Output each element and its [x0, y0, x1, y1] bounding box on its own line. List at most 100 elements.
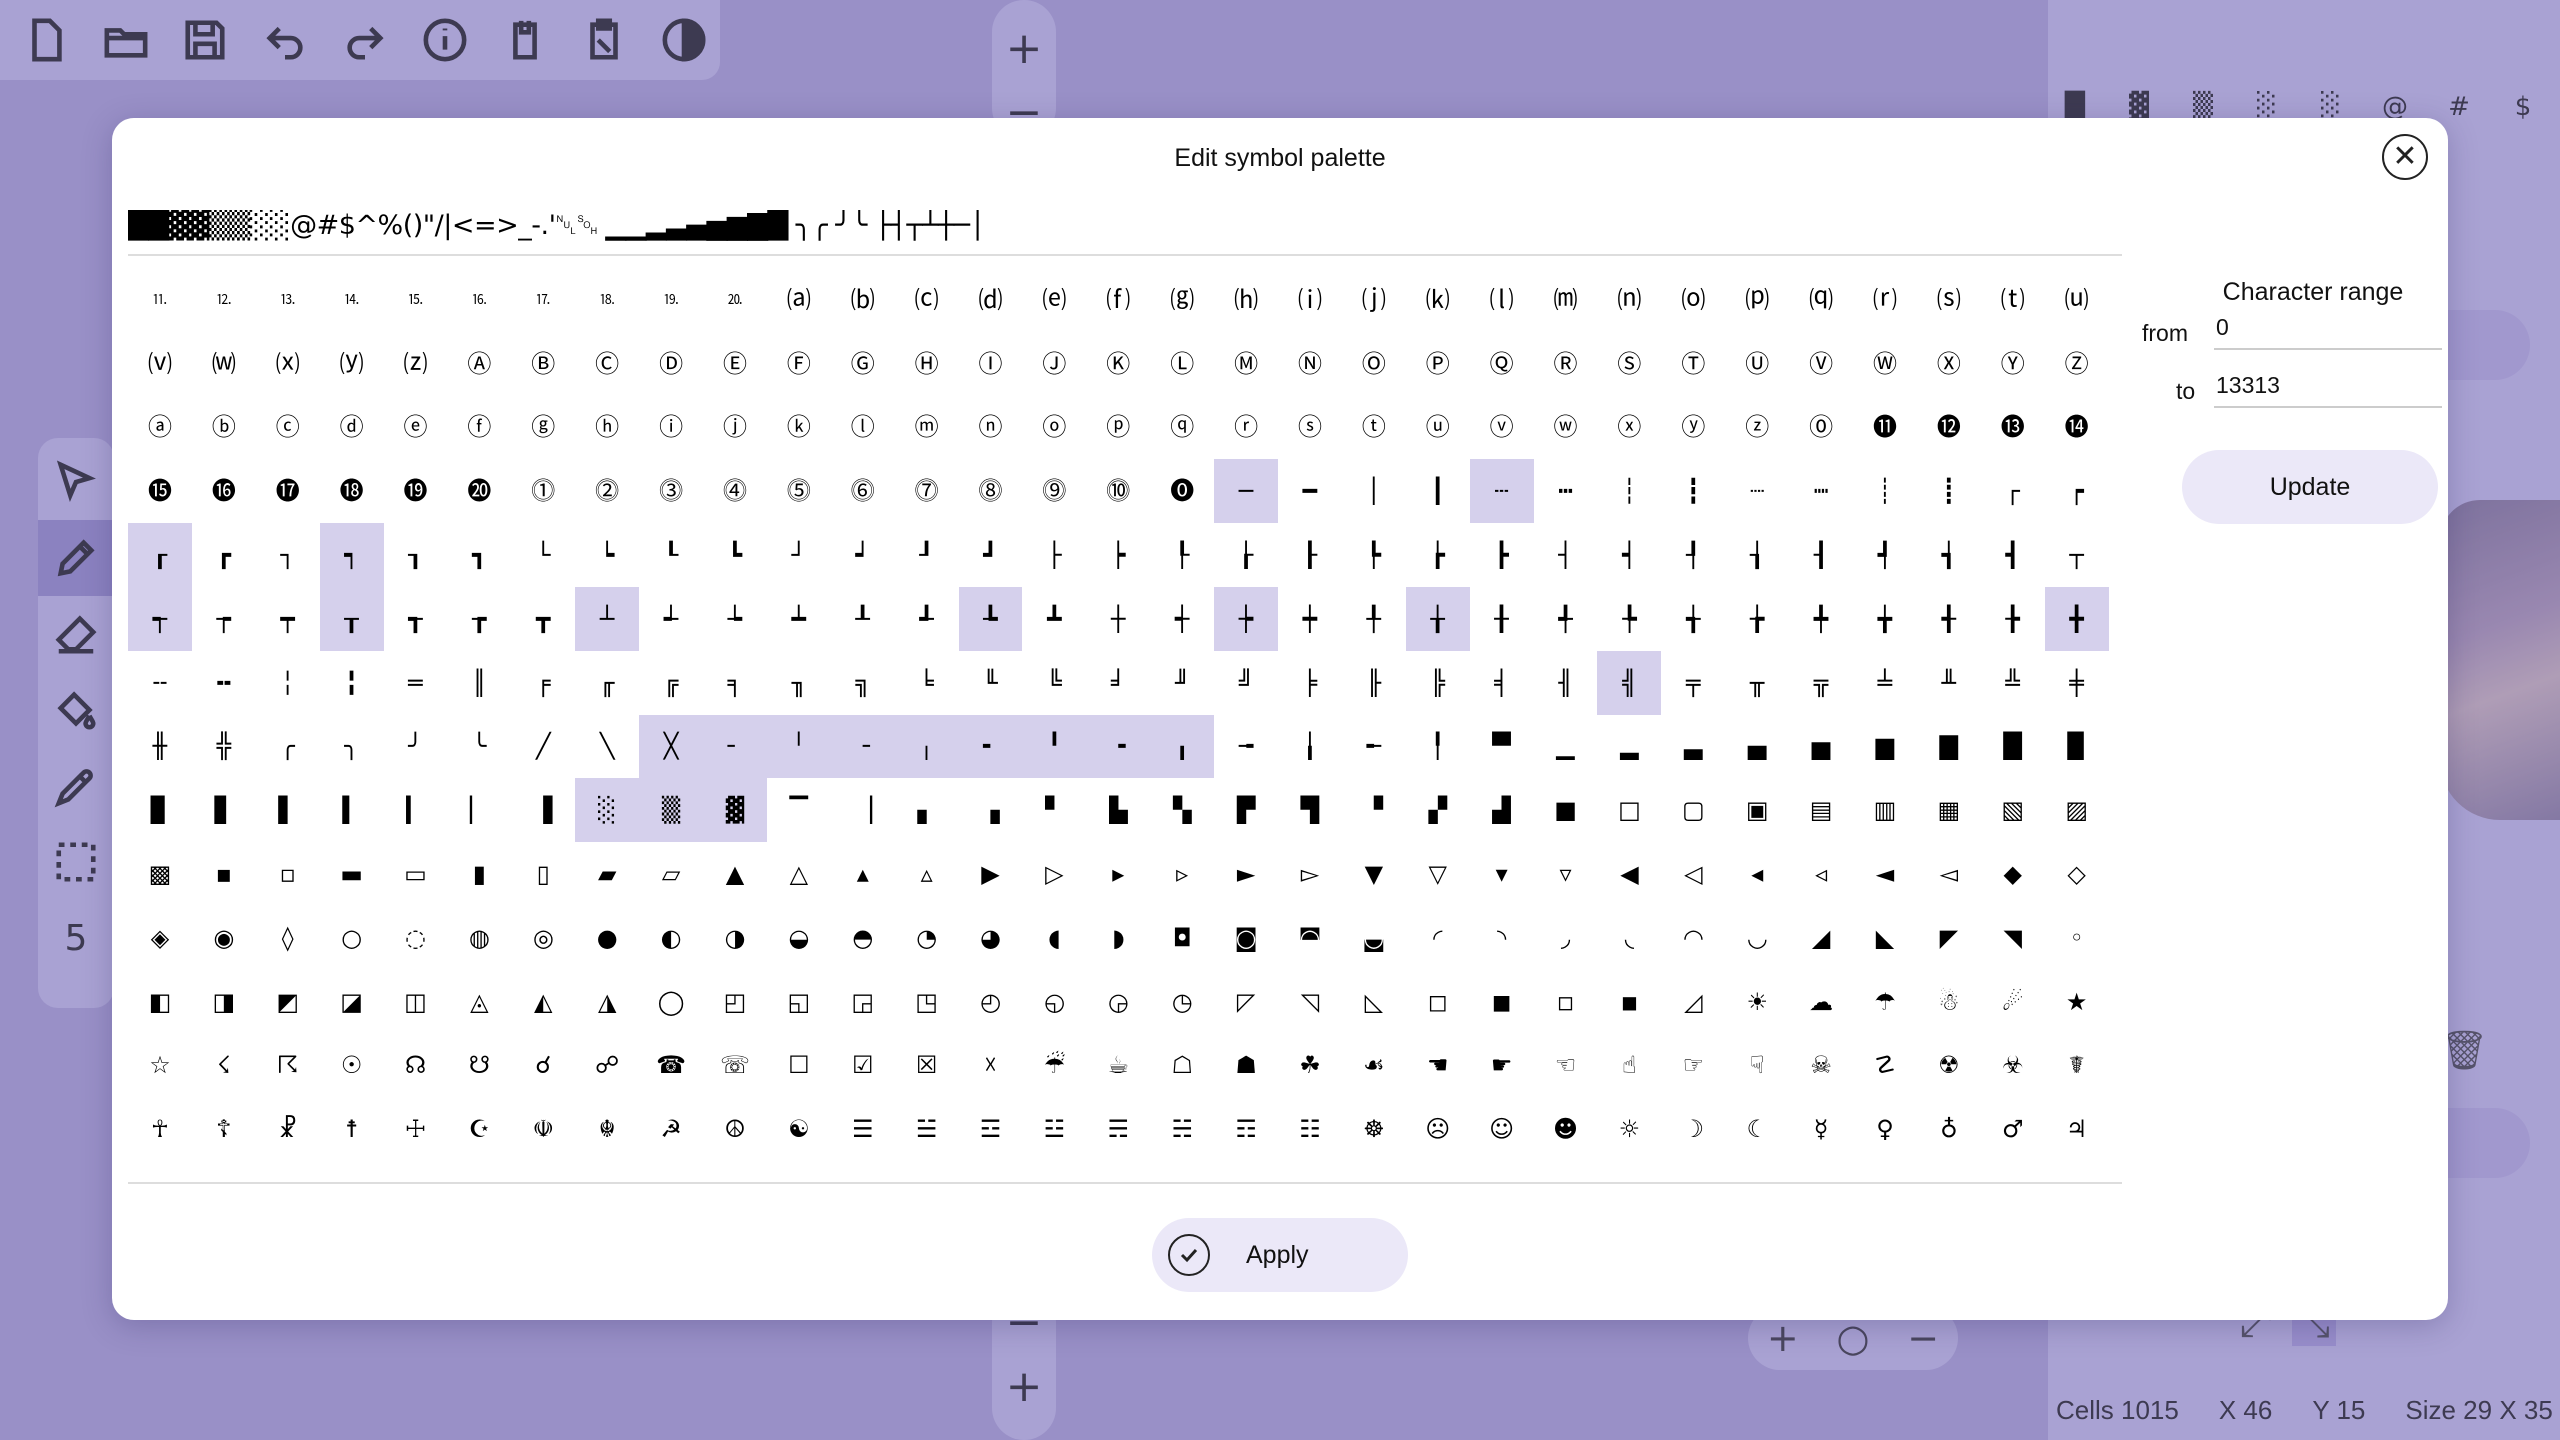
remove-shape-button[interactable]: −	[1907, 1316, 1939, 1360]
symbol-cell[interactable]: ╏	[320, 651, 384, 715]
symbol-cell[interactable]: ⓛ	[831, 396, 895, 460]
symbol-cell[interactable]: ⓒ	[256, 396, 320, 460]
symbol-cell[interactable]: Ⓦ	[1853, 332, 1917, 396]
symbol-cell[interactable]: ▼	[1342, 842, 1406, 906]
symbol-cell[interactable]: ╡	[1470, 651, 1534, 715]
symbol-cell[interactable]: ┯	[256, 587, 320, 651]
symbol-cell[interactable]: ☕	[1086, 1034, 1150, 1098]
symbol-cell[interactable]: ☑	[831, 1034, 895, 1098]
symbol-cell[interactable]: ☤	[2045, 1034, 2109, 1098]
symbol-cell[interactable]: ░	[575, 778, 640, 843]
symbol-cell[interactable]: ╞	[1278, 651, 1342, 715]
symbol-cell[interactable]: ⓴	[447, 459, 511, 523]
symbol-cell[interactable]: ▜	[1278, 778, 1342, 842]
symbol-cell[interactable]: ◿	[1661, 970, 1725, 1034]
symbol-cell[interactable]: ╆	[1725, 587, 1789, 651]
symbol-cell[interactable]: ☢	[1917, 1034, 1981, 1098]
range-from-input[interactable]	[2214, 306, 2442, 350]
symbol-cell[interactable]: ┣	[1470, 523, 1534, 587]
symbol-cell[interactable]: ⓳	[384, 459, 448, 523]
symbol-cell[interactable]: ♙	[1470, 1161, 1534, 1180]
symbol-cell[interactable]: ◺	[1342, 970, 1406, 1034]
symbol-cell[interactable]: ◤	[1917, 906, 1981, 970]
symbol-cell[interactable]: ♌	[639, 1161, 703, 1180]
symbol-cell[interactable]: Ⓑ	[511, 332, 575, 396]
symbol-cell[interactable]: ☎	[639, 1034, 703, 1098]
symbol-cell[interactable]: ╷	[894, 714, 959, 779]
symbol-cell[interactable]: ▐	[511, 778, 575, 842]
symbol-cell[interactable]: ▙	[1086, 778, 1150, 842]
symbol-cell[interactable]: ♜	[1661, 1161, 1725, 1180]
zoom-in-button-bottom[interactable]: +	[992, 1354, 1056, 1418]
symbol-cell[interactable]: ⓤ	[1406, 396, 1470, 460]
symbol-cell[interactable]: ╪	[2045, 651, 2109, 715]
symbol-cell[interactable]: ┨	[1789, 523, 1853, 587]
symbol-cell[interactable]: ▱	[639, 842, 703, 906]
symbol-cell[interactable]: ⒲	[192, 332, 256, 396]
symbol-cell[interactable]: ◌	[384, 906, 448, 970]
symbol-cell[interactable]: ⓠ	[1150, 396, 1214, 460]
symbol-cell[interactable]: Ⓙ	[1022, 332, 1086, 396]
symbol-cell[interactable]: ☒	[895, 1034, 959, 1098]
symbol-cell[interactable]: ┪	[1917, 523, 1981, 587]
symbol-cell[interactable]: ▦	[1917, 778, 1981, 842]
symbol-cell[interactable]: ┞	[1150, 523, 1214, 587]
add-shape-button[interactable]: +	[1767, 1316, 1799, 1360]
symbol-cell[interactable]: ╻	[1150, 714, 1215, 779]
symbol-cell[interactable]: ◞	[1534, 906, 1598, 970]
symbol-cell[interactable]: ⓰	[192, 459, 256, 523]
symbol-cell[interactable]: ◽	[1534, 970, 1598, 1034]
symbol-cell[interactable]: ⓚ	[767, 396, 831, 460]
symbol-cell[interactable]: ▁	[1534, 715, 1598, 779]
symbol-cell[interactable]: ▿	[1534, 842, 1598, 906]
symbol-cell[interactable]: ⓮	[2045, 396, 2109, 460]
copy-icon[interactable]	[489, 4, 561, 76]
symbol-cell[interactable]: ◙	[1214, 906, 1278, 970]
symbol-cell[interactable]: ┷	[767, 587, 831, 651]
symbol-cell[interactable]: ⓷	[639, 459, 703, 523]
symbol-cell[interactable]: ◬	[447, 970, 511, 1034]
symbol-cell[interactable]: ⓪	[1789, 396, 1853, 460]
symbol-cell[interactable]: ⓲	[320, 459, 384, 523]
symbol-cell[interactable]: ☇	[192, 1034, 256, 1098]
symbol-cell[interactable]: ◰	[703, 970, 767, 1034]
symbol-cell[interactable]: ◯	[639, 970, 703, 1034]
symbol-cell[interactable]: ╟	[1342, 651, 1406, 715]
symbol-cell[interactable]: ⓦ	[1534, 396, 1598, 460]
symbol-cell[interactable]: □	[1597, 778, 1661, 842]
symbol-cell[interactable]: ◄	[1853, 842, 1917, 906]
symbol-cell[interactable]: ⓘ	[639, 396, 703, 460]
symbol-cell[interactable]: ▴	[831, 842, 895, 906]
zoom-in-button[interactable]: +	[992, 16, 1056, 80]
symbol-cell[interactable]: ◜	[1406, 906, 1470, 970]
symbol-cell[interactable]: ┚	[895, 523, 959, 587]
symbol-cell[interactable]: ▖	[895, 778, 959, 842]
symbol-cell[interactable]: ⓟ	[1086, 396, 1150, 460]
symbol-cell[interactable]: ╠	[1406, 651, 1470, 715]
symbol-cell[interactable]: ☽	[1661, 1097, 1725, 1161]
symbol-cell[interactable]: ╥	[1725, 651, 1789, 715]
symbol-cell[interactable]: ♑	[959, 1161, 1023, 1180]
symbol-cell[interactable]: ⒳	[256, 332, 320, 396]
fill-tool[interactable]	[38, 672, 114, 748]
symbol-cell[interactable]: ☬	[575, 1097, 639, 1161]
symbol-cell[interactable]: ◛	[1342, 906, 1406, 970]
symbol-cell[interactable]: ◳	[895, 970, 959, 1034]
symbol-cell[interactable]: ☝	[1597, 1034, 1661, 1098]
symbol-cell[interactable]: ┃	[1406, 459, 1470, 523]
symbol-cell[interactable]: ☴	[1086, 1097, 1150, 1161]
symbol-cell[interactable]: ⓨ	[1661, 396, 1725, 460]
symbol-cell[interactable]: └	[511, 523, 575, 587]
symbol-cell[interactable]: ⒟	[959, 268, 1023, 332]
symbol-cell[interactable]: ▸	[1086, 842, 1150, 906]
symbol-cell[interactable]: ║	[447, 651, 511, 715]
symbol-cell[interactable]: ▩	[128, 842, 192, 906]
symbol-cell[interactable]: ♒	[1022, 1161, 1086, 1180]
new-file-icon[interactable]	[10, 4, 82, 76]
symbol-cell[interactable]: ◖	[1022, 906, 1086, 970]
symbol-cell[interactable]: ♘	[1406, 1161, 1470, 1180]
symbol-cell[interactable]: ♆	[256, 1161, 320, 1180]
symbol-cell[interactable]: ⒕	[320, 268, 384, 332]
symbol-cell[interactable]: ⓑ	[192, 396, 256, 460]
symbol-cell[interactable]: ▰	[575, 842, 639, 906]
